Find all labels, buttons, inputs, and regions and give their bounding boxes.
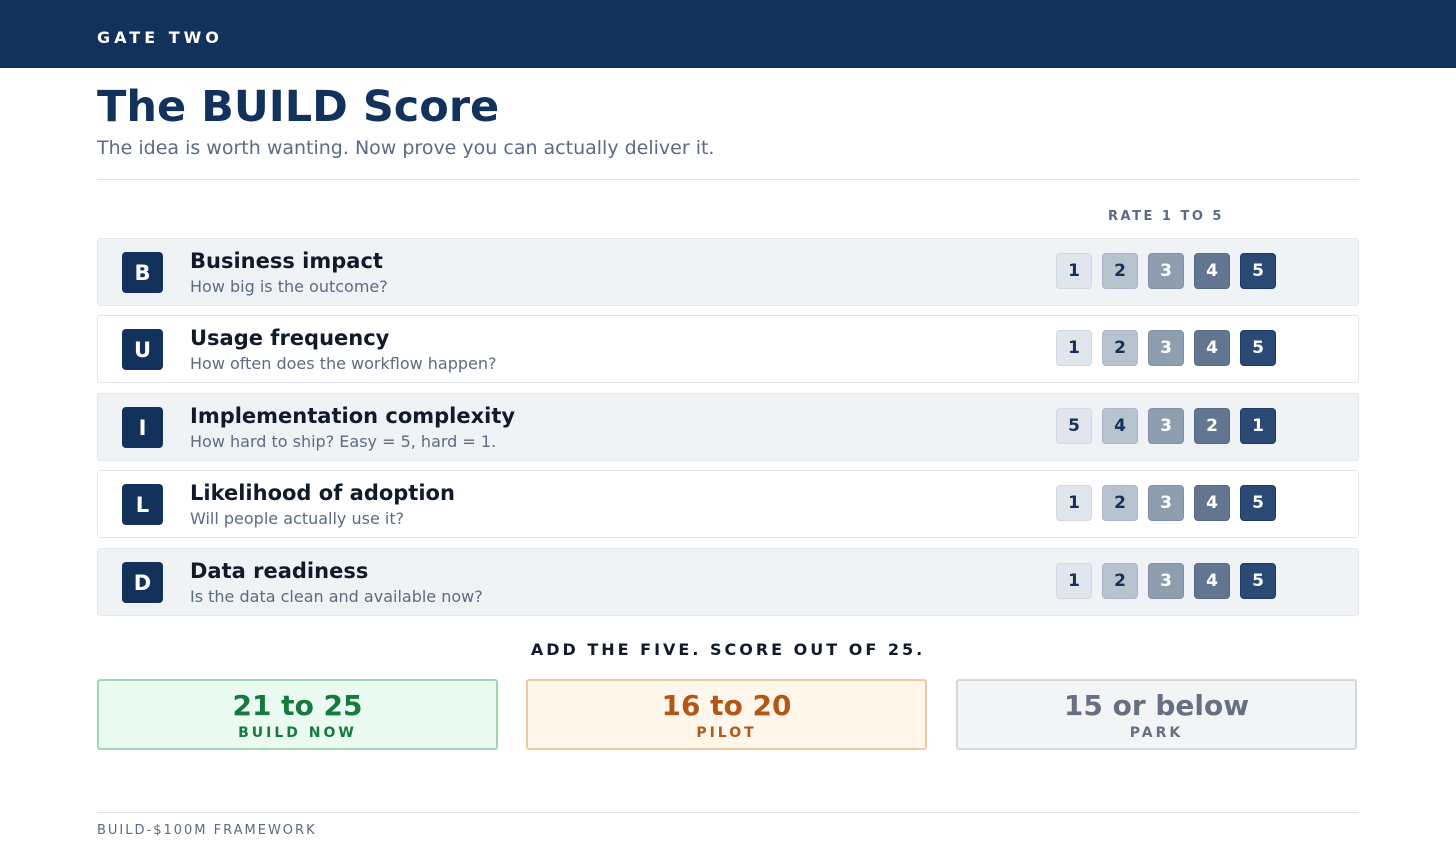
criteria-row-business-impact: B Business impact How big is the outcome… <box>97 238 1359 306</box>
criteria-title: Data readiness <box>190 559 369 583</box>
rating-scale: 1 2 3 4 5 <box>1056 563 1276 599</box>
rating-option[interactable]: 3 <box>1148 253 1184 289</box>
rate-scale-header: RATE 1 TO 5 <box>1108 209 1224 224</box>
result-build-now: 21 to 25 BUILD NOW <box>97 679 498 750</box>
top-banner: GATE TWO <box>0 0 1456 68</box>
criteria-description: How hard to ship? Easy = 5, hard = 1. <box>190 432 497 451</box>
rating-option[interactable]: 4 <box>1194 485 1230 521</box>
verdict-label: BUILD NOW <box>238 725 357 741</box>
divider <box>97 812 1359 813</box>
page-subtitle: The idea is worth wanting. Now prove you… <box>97 137 715 159</box>
criteria-row-usage-frequency: U Usage frequency How often does the wor… <box>97 315 1359 383</box>
rating-option[interactable]: 4 <box>1194 330 1230 366</box>
rating-option[interactable]: 3 <box>1148 485 1184 521</box>
criteria-description: How big is the outcome? <box>190 277 388 296</box>
rating-option[interactable]: 5 <box>1240 330 1276 366</box>
score-range: 21 to 25 <box>232 689 363 722</box>
criteria-title: Likelihood of adoption <box>190 481 455 505</box>
rating-option[interactable]: 5 <box>1240 563 1276 599</box>
letter-badge: L <box>122 484 163 525</box>
rating-option[interactable]: 3 <box>1148 563 1184 599</box>
score-range: 15 or below <box>1063 689 1250 722</box>
rating-option[interactable]: 5 <box>1240 253 1276 289</box>
rating-option[interactable]: 2 <box>1102 485 1138 521</box>
scoring-instruction: ADD THE FIVE. SCORE OUT OF 25. <box>530 640 926 659</box>
result-pilot: 16 to 20 PILOT <box>526 679 927 750</box>
gate-label: GATE TWO <box>97 28 223 47</box>
criteria-title: Implementation complexity <box>190 404 516 428</box>
rating-option[interactable]: 1 <box>1056 563 1092 599</box>
rating-option[interactable]: 2 <box>1194 408 1230 444</box>
result-park: 15 or below PARK <box>956 679 1357 750</box>
footer-framework-label: BUILD-$100M FRAMEWORK <box>97 823 317 838</box>
rating-option[interactable]: 3 <box>1148 330 1184 366</box>
divider <box>97 179 1359 180</box>
rating-option[interactable]: 4 <box>1194 563 1230 599</box>
score-range: 16 to 20 <box>661 689 792 722</box>
rating-option[interactable]: 1 <box>1056 485 1092 521</box>
rating-scale: 1 2 3 4 5 <box>1056 485 1276 521</box>
rating-scale: 1 2 3 4 5 <box>1056 330 1276 366</box>
rating-scale: 5 4 3 2 1 <box>1056 408 1276 444</box>
rating-option[interactable]: 4 <box>1194 253 1230 289</box>
rating-option[interactable]: 3 <box>1148 408 1184 444</box>
criteria-description: Will people actually use it? <box>190 509 405 528</box>
rating-option[interactable]: 2 <box>1102 253 1138 289</box>
criteria-description: Is the data clean and available now? <box>190 587 483 606</box>
page-title: The BUILD Score <box>97 82 500 132</box>
verdict-label: PILOT <box>696 725 757 741</box>
letter-badge: U <box>122 329 163 370</box>
verdict-label: PARK <box>1129 725 1184 741</box>
rating-option[interactable]: 5 <box>1240 485 1276 521</box>
letter-badge: B <box>122 252 163 293</box>
rating-option[interactable]: 4 <box>1102 408 1138 444</box>
rating-option[interactable]: 2 <box>1102 330 1138 366</box>
rating-option[interactable]: 2 <box>1102 563 1138 599</box>
criteria-row-likelihood-of-adoption: L Likelihood of adoption Will people act… <box>97 470 1359 538</box>
rating-scale: 1 2 3 4 5 <box>1056 253 1276 289</box>
letter-badge: I <box>122 407 163 448</box>
criteria-row-data-readiness: D Data readiness Is the data clean and a… <box>97 548 1359 616</box>
criteria-title: Usage frequency <box>190 326 390 350</box>
rating-option[interactable]: 1 <box>1240 408 1276 444</box>
rating-option[interactable]: 5 <box>1056 408 1092 444</box>
criteria-row-implementation-complexity: I Implementation complexity How hard to … <box>97 393 1359 461</box>
rating-option[interactable]: 1 <box>1056 330 1092 366</box>
criteria-description: How often does the workflow happen? <box>190 354 497 373</box>
criteria-title: Business impact <box>190 249 383 273</box>
rating-option[interactable]: 1 <box>1056 253 1092 289</box>
letter-badge: D <box>122 562 163 603</box>
